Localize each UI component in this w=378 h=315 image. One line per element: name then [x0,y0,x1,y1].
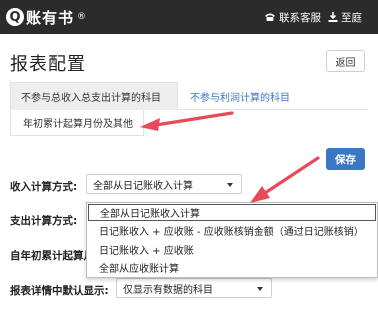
annotation-arrow [250,156,320,203]
detail-display-select[interactable]: 仅显示有数据的科目 [116,278,272,298]
page-title: 报表配置 [10,54,86,75]
save-button[interactable]: 保存 [326,148,365,170]
tab-exclude-profit[interactable]: 不参与利润计算的科目 [178,82,302,110]
brand-logo-icon: Q [6,8,24,26]
chevron-down-icon [257,287,263,291]
detail-display-value: 仅显示有数据的科目 [123,284,213,296]
income-method-value: 全部从日记账收入计算 [93,180,193,192]
tab-year-start-month[interactable]: 年初累计起算月份及其他 [10,110,144,136]
back-button[interactable]: 返回 [326,50,365,72]
annotation-arrow [140,111,234,131]
download-icon [328,11,338,22]
user-menu[interactable]: 至庭 [328,10,362,24]
expense-method-label: 支出计算方式: [10,215,78,227]
dropdown-option[interactable]: 日记账收入 + 应收账 - 应收账核销金额（通过日记账核销） [87,222,377,239]
detail-display-label: 报表详情中默认显示: [10,285,109,297]
brand[interactable]: Q 账有书 ® [6,6,86,28]
contact-support-label: 联系客服 [279,11,321,24]
phone-icon [265,13,275,21]
tab-exclude-total-income-expense[interactable]: 不参与总收入总支出计算的科目 [10,82,178,110]
dropdown-option[interactable]: 日记账收入 + 应收账 [87,241,377,258]
dropdown-option[interactable]: 全部从日记账收入计算 [88,204,376,221]
user-name: 至庭 [341,11,362,24]
chevron-down-icon [227,183,233,187]
income-method-label: 收入计算方式: [10,181,78,193]
income-method-select[interactable]: 全部从日记账收入计算 [86,174,242,194]
top-navbar: Q 账有书 ® 联系客服 至庭 [0,0,378,34]
tab-bar: 不参与总收入总支出计算的科目 不参与利润计算的科目 年初累计起算月份及其他 [10,82,368,136]
dropdown-option[interactable]: 全部从应收账计算 [87,259,377,276]
contact-support-link[interactable]: 联系客服 [264,10,321,24]
brand-registered-mark: ® [77,12,87,22]
income-method-dropdown: 全部从日记账收入计算 日记账收入 + 应收账 - 应收账核销金额（通过日记账核销… [86,202,378,278]
year-start-month-label: 自年初累计起算月 [10,250,94,262]
brand-name: 账有书 [26,8,75,27]
